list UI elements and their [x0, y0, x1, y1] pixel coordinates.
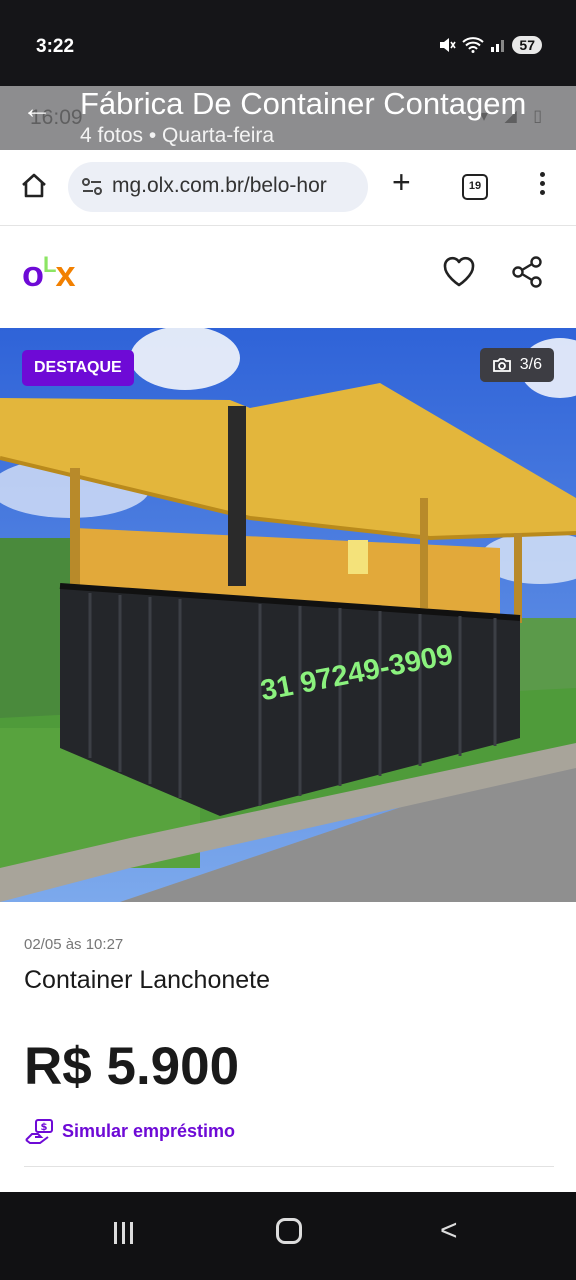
site-settings-icon[interactable] — [80, 174, 104, 198]
new-tab-button[interactable]: + — [392, 164, 411, 201]
listing-title: Container Lanchonete — [24, 966, 271, 994]
wifi-icon — [462, 37, 485, 53]
system-status-bar: 3:22 57 — [0, 0, 576, 86]
svg-text:$: $ — [41, 1122, 48, 1133]
tab-switcher-button[interactable]: 19 — [462, 174, 488, 200]
money-hand-icon: $ — [25, 1119, 53, 1144]
browser-toolbar: mg.olx.com.br/belo-hor + 19 — [0, 150, 576, 226]
listing-date: 02/05 às 10:27 — [24, 936, 124, 953]
address-bar[interactable]: mg.olx.com.br/belo-hor — [68, 162, 368, 212]
logo-letter-o: o — [22, 253, 44, 294]
photo-counter[interactable]: 3/6 — [479, 348, 554, 382]
photo-counter-text: 3/6 — [519, 356, 542, 373]
divider — [24, 1166, 554, 1167]
viewer-back-button[interactable]: ← — [22, 92, 52, 126]
product-photo[interactable]: DESTAQUE 3/6 31 97249-3909 — [0, 328, 576, 902]
battery-indicator: 57 — [512, 36, 542, 54]
viewer-subtitle: 4 fotos • Quarta-feira — [80, 124, 275, 147]
listing-details: 02/05 às 10:27 Container Lanchonete R$ 5… — [0, 902, 576, 1192]
logo-letter-l: L — [43, 252, 56, 277]
url-text: mg.olx.com.br/belo-hor — [112, 174, 327, 197]
recent-apps-button[interactable] — [114, 1222, 140, 1244]
share-icon[interactable] — [509, 254, 545, 290]
listing-price: R$ 5.900 — [24, 1037, 240, 1096]
container-photo-illustration — [0, 328, 576, 902]
signal-icon — [491, 40, 505, 52]
simulate-loan-label: Simular empréstimo — [62, 1120, 236, 1141]
status-icons: 57 — [438, 36, 542, 54]
featured-badge: DESTAQUE — [22, 350, 134, 386]
back-button[interactable]: < — [440, 1214, 458, 1248]
logo-letter-x: x — [55, 253, 75, 294]
status-time: 3:22 — [36, 36, 75, 57]
favorite-heart-icon[interactable] — [441, 254, 477, 290]
mute-icon — [440, 38, 457, 52]
camera-icon — [492, 358, 511, 372]
viewer-title: Fábrica De Container Contagem — [80, 86, 527, 121]
simulate-loan-link[interactable]: $ Simular empréstimo — [24, 1118, 235, 1144]
home-button[interactable] — [276, 1218, 302, 1244]
browser-menu-icon[interactable] — [536, 172, 548, 199]
olx-header: oLx — [0, 226, 576, 328]
olx-logo[interactable]: oLx — [22, 252, 75, 295]
system-navigation-bar: < — [0, 1192, 576, 1280]
gallery-viewer-header: 16:09 ▾ ◢ ▯ ← Fábrica De Container Conta… — [0, 86, 576, 150]
home-icon[interactable] — [18, 170, 50, 202]
